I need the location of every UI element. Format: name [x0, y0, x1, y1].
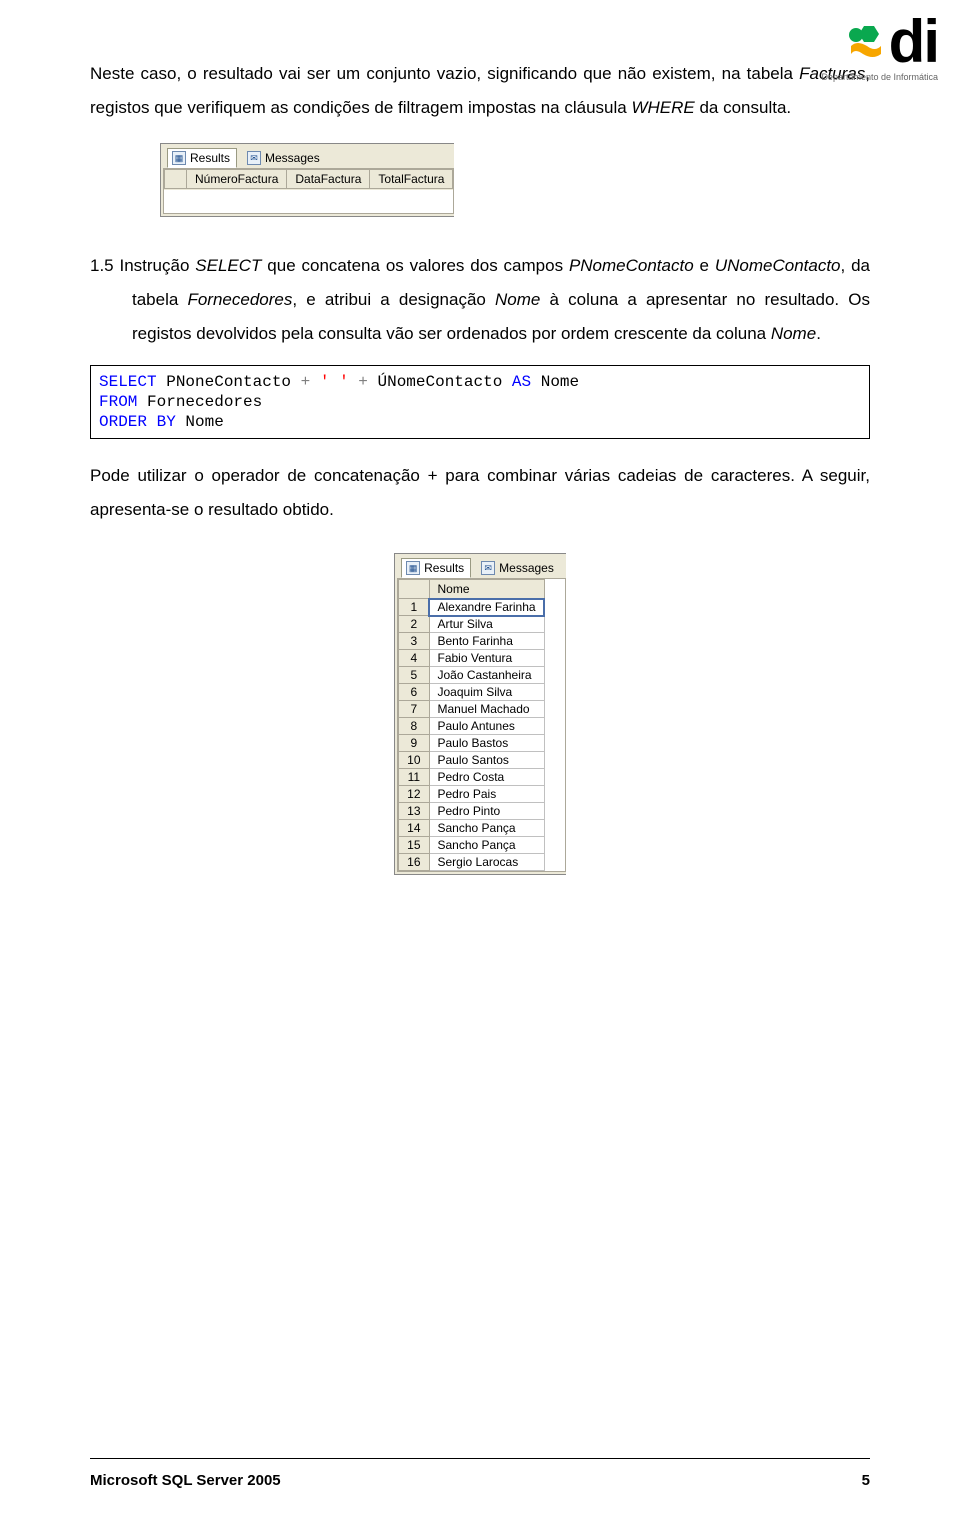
code-keyword: AS	[512, 373, 531, 391]
cell-value[interactable]: Pedro Pais	[429, 786, 544, 803]
cell-value[interactable]: Fabio Ventura	[429, 650, 544, 667]
text-run-italic: Fornecedores	[187, 290, 292, 309]
row-number[interactable]: 10	[399, 752, 429, 769]
text-run-italic: WHERE	[631, 98, 694, 117]
paragraph-2: Pode utilizar o operador de concatenação…	[90, 459, 870, 527]
results-tabs: ▦ Results ✉ Messages	[395, 554, 566, 578]
row-number[interactable]: 9	[399, 735, 429, 752]
row-number[interactable]: 11	[399, 769, 429, 786]
text-run: e	[694, 256, 715, 275]
code-text: Fornecedores	[137, 393, 262, 411]
text-run: da consulta.	[695, 98, 791, 117]
tab-label: Messages	[499, 561, 554, 575]
text-run: que concatena os valores dos campos	[261, 256, 569, 275]
row-number[interactable]: 7	[399, 701, 429, 718]
row-number[interactable]: 14	[399, 820, 429, 837]
code-text	[147, 413, 157, 431]
cell-value[interactable]: Paulo Santos	[429, 752, 544, 769]
code-text	[349, 373, 359, 391]
page-number: 5	[862, 1472, 870, 1489]
cell-value[interactable]: Manuel Machado	[429, 701, 544, 718]
cell-value[interactable]: Sancho Pança	[429, 837, 544, 854]
code-text: Nome	[176, 413, 224, 431]
grid-icon: ▦	[406, 561, 420, 575]
row-number[interactable]: 6	[399, 684, 429, 701]
results-grid: Nome 1Alexandre Farinha2Artur Silva3Bent…	[397, 578, 566, 872]
row-number[interactable]: 3	[399, 633, 429, 650]
message-icon: ✉	[481, 561, 495, 575]
logo: di	[843, 18, 938, 66]
tab-messages[interactable]: ✉ Messages	[243, 149, 326, 167]
row-number[interactable]: 2	[399, 616, 429, 633]
code-text: Nome	[531, 373, 579, 391]
code-operator: +	[358, 373, 368, 391]
text-run: Neste caso, o resultado vai ser um conju…	[90, 64, 799, 83]
page-footer: Microsoft SQL Server 2005 5	[90, 1472, 870, 1489]
row-number[interactable]: 5	[399, 667, 429, 684]
paragraph-1: Neste caso, o resultado vai ser um conju…	[90, 57, 870, 125]
tab-results[interactable]: ▦ Results	[401, 558, 471, 578]
tab-results[interactable]: ▦ Results	[167, 148, 237, 168]
tab-label: Results	[424, 561, 464, 575]
code-keyword: ORDER	[99, 413, 147, 431]
sql-code-block: SELECT PNoneContacto + ' ' + ÚNomeContac…	[90, 365, 870, 439]
row-number[interactable]: 8	[399, 718, 429, 735]
text-run: Instrução	[120, 256, 196, 275]
sql-results-panel-2: ▦ Results ✉ Messages Nome 1Alexandre Far…	[90, 543, 870, 885]
logo-icon	[843, 18, 887, 62]
code-operator: +	[301, 373, 311, 391]
row-number[interactable]: 16	[399, 854, 429, 871]
sql-results-panel-1: ▦ Results ✉ Messages NúmeroFactura DataF…	[90, 133, 870, 231]
cell-value[interactable]: Sancho Pança	[429, 820, 544, 837]
tab-label: Results	[190, 151, 230, 165]
row-number[interactable]: 4	[399, 650, 429, 667]
row-number[interactable]: 15	[399, 837, 429, 854]
row-number[interactable]: 13	[399, 803, 429, 820]
row-header-blank	[165, 170, 187, 189]
column-header[interactable]: NúmeroFactura	[187, 170, 287, 189]
footer-divider	[90, 1458, 870, 1459]
tab-messages[interactable]: ✉ Messages	[477, 559, 560, 577]
footer-title: Microsoft SQL Server 2005	[90, 1472, 281, 1489]
text-run-italic: PNomeContacto	[569, 256, 694, 275]
text-run-italic: UNomeContacto	[715, 256, 841, 275]
cell-value[interactable]: Alexandre Farinha	[429, 599, 544, 616]
column-header[interactable]: Nome	[429, 580, 544, 599]
cell-value[interactable]: Artur Silva	[429, 616, 544, 633]
results-grid-empty: NúmeroFactura DataFactura TotalFactura	[163, 168, 454, 214]
cell-value[interactable]: João Castanheira	[429, 667, 544, 684]
grid-icon: ▦	[172, 151, 186, 165]
text-run-italic: SELECT	[195, 256, 261, 275]
cell-value[interactable]: Pedro Pinto	[429, 803, 544, 820]
message-icon: ✉	[247, 151, 261, 165]
cell-value[interactable]: Joaquim Silva	[429, 684, 544, 701]
column-header[interactable]: DataFactura	[287, 170, 370, 189]
code-keyword: SELECT	[99, 373, 157, 391]
cell-value[interactable]: Paulo Bastos	[429, 735, 544, 752]
column-header[interactable]: TotalFactura	[370, 170, 453, 189]
code-text	[310, 373, 320, 391]
row-number[interactable]: 12	[399, 786, 429, 803]
text-run: .	[816, 324, 821, 343]
code-text: ÚNomeContacto	[368, 373, 512, 391]
list-number: 1.5	[90, 256, 120, 275]
logo-subtitle: Departamento de Informática	[821, 72, 938, 82]
text-run: , e atribui a designação	[292, 290, 495, 309]
cell-value[interactable]: Pedro Costa	[429, 769, 544, 786]
code-string: ' '	[320, 373, 349, 391]
cell-value[interactable]: Paulo Antunes	[429, 718, 544, 735]
text-run-italic: Nome	[771, 324, 816, 343]
row-number[interactable]: 1	[399, 599, 429, 616]
text-run-italic: Nome	[495, 290, 540, 309]
results-tabs: ▦ Results ✉ Messages	[161, 144, 454, 168]
cell-value[interactable]: Sergio Larocas	[429, 854, 544, 871]
code-keyword: BY	[157, 413, 176, 431]
cell-value[interactable]: Bento Farinha	[429, 633, 544, 650]
logo-text: di	[889, 18, 938, 66]
code-keyword: FROM	[99, 393, 137, 411]
row-header-blank	[399, 580, 429, 599]
numbered-item-1-5: 1.5 Instrução SELECT que concatena os va…	[90, 249, 870, 351]
code-text: PNoneContacto	[157, 373, 301, 391]
tab-label: Messages	[265, 151, 320, 165]
